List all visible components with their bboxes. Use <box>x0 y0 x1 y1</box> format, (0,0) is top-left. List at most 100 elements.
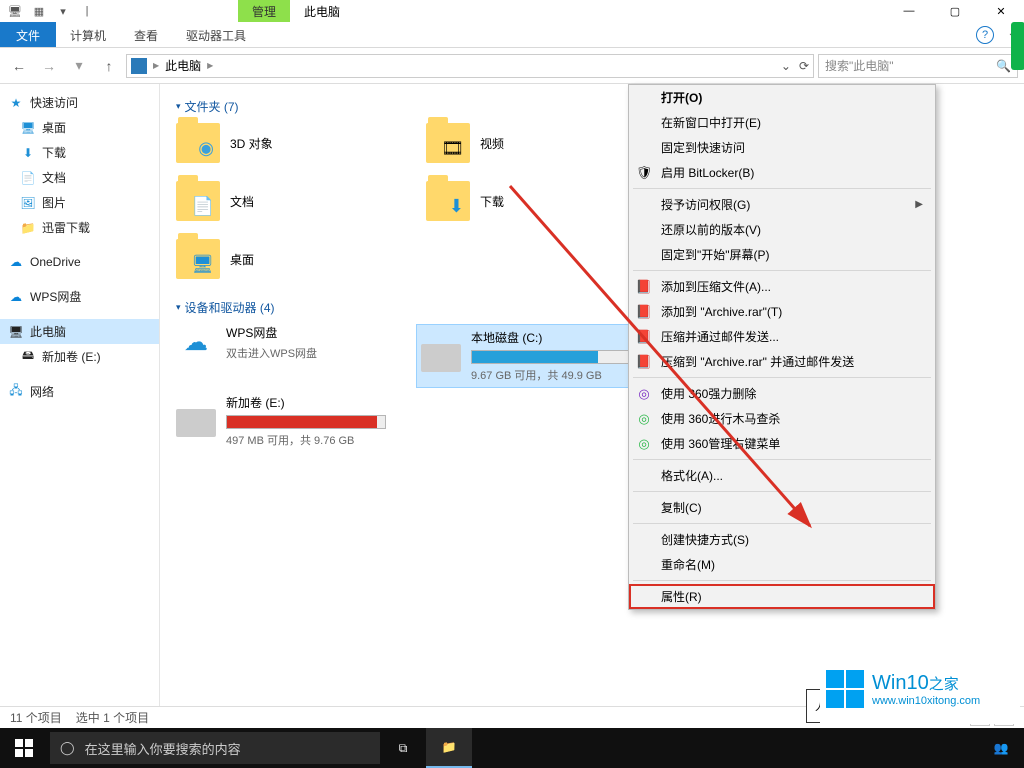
navigation-row: ← → ▾ ↑ ▶ 此电脑 ▶ ⌄ ⟳ 搜索"此电脑" 🔍 <box>0 48 1024 84</box>
window-controls: — ▢ ✕ <box>886 0 1024 22</box>
cortana-icon: ◯ <box>60 740 75 756</box>
sidebar-wps[interactable]: ☁WPS网盘 <box>0 284 159 309</box>
breadcrumb-sep[interactable]: ▶ <box>153 61 159 70</box>
navigation-pane: ★ 快速访问 🖥桌面 ⬇ 下载 📄 文档 🖼图片 📁迅雷下载 ☁OneDrive ☁… <box>0 84 160 706</box>
drive-c-selected[interactable]: 本地磁盘 (C:) 9.67 GB 可用，共 49.9 GB <box>416 324 638 388</box>
desktop-icon: 🖥 <box>20 120 36 136</box>
ctx-format[interactable]: 格式化(A)... <box>629 463 935 488</box>
maximize-button[interactable]: ▢ <box>932 0 978 22</box>
ctx-360-menu[interactable]: ◎使用 360管理右键菜单 <box>629 431 935 456</box>
ctx-label: 添加到 "Archive.rar"(T) <box>661 303 782 320</box>
ctx-properties[interactable]: 属性(R) <box>629 584 935 609</box>
downloads-icon: ⬇ <box>20 145 36 161</box>
minimize-button[interactable]: — <box>886 0 932 22</box>
context-menu: 打开(O) 在新窗口中打开(E) 固定到快速访问 🛡 启用 BitLocker(B… <box>628 84 936 610</box>
folder-desktop[interactable]: 🖥桌面 <box>176 239 416 279</box>
folder-3dobjects[interactable]: ◉3D 对象 <box>176 123 416 163</box>
sidebar-label: 下载 <box>42 144 66 161</box>
drive-icon <box>421 344 461 372</box>
taskbar-explorer[interactable]: 📁 <box>426 728 472 768</box>
search-placeholder: 在这里输入你要搜索的内容 <box>85 739 241 758</box>
ctx-label: 使用 360进行木马查杀 <box>661 410 780 427</box>
ctx-add-archive-rar[interactable]: 📕 添加到 "Archive.rar"(T) <box>629 299 935 324</box>
ctx-compress-rar-email[interactable]: 📕压缩到 "Archive.rar" 并通过邮件发送 <box>629 349 935 374</box>
drive-icon <box>176 409 216 437</box>
ribbon-tab-computer[interactable]: 计算机 <box>56 22 120 47</box>
cloud-icon: ☁ <box>8 254 24 270</box>
search-icon[interactable]: 🔍 <box>996 59 1011 73</box>
sidebar-thispc[interactable]: 🖥此电脑 <box>0 319 159 344</box>
address-bar[interactable]: ▶ 此电脑 ▶ ⌄ ⟳ <box>126 54 814 78</box>
titlebar: 🖥 ▦ ▾ | 管理 此电脑 — ▢ ✕ <box>0 0 1024 22</box>
ribbon-tab-drivetools[interactable]: 驱动器工具 <box>172 22 260 47</box>
drive-e[interactable]: 新加卷 (E:) 497 MB 可用，共 9.76 GB <box>176 394 396 448</box>
start-button[interactable] <box>0 728 48 768</box>
sidebar-label: 文档 <box>42 169 66 186</box>
task-view-button[interactable]: ⧉ <box>380 728 426 768</box>
qat-sep: | <box>76 0 98 22</box>
window-title: 此电脑 <box>290 0 354 23</box>
documents-icon: 📄 <box>20 170 36 186</box>
sidebar-label: 新加卷 (E:) <box>42 348 101 365</box>
search-box[interactable]: 搜索"此电脑" 🔍 <box>818 54 1018 78</box>
sidebar-item-downloads[interactable]: ⬇ 下载 <box>0 140 159 165</box>
sidebar-quick-access[interactable]: ★ 快速访问 <box>0 90 159 115</box>
sidebar-item-pictures[interactable]: 🖼图片 <box>0 190 159 215</box>
contextual-tab-manage[interactable]: 管理 <box>238 0 290 23</box>
ctx-open-new[interactable]: 在新窗口中打开(E) <box>629 110 935 135</box>
search-placeholder: 搜索"此电脑" <box>825 57 894 74</box>
breadcrumb-thispc[interactable]: 此电脑 <box>165 57 201 74</box>
forward-button[interactable]: → <box>36 53 62 79</box>
ctx-rename[interactable]: 重命名(M) <box>629 552 935 577</box>
taskbar: ◯ 在这里输入你要搜索的内容 ⧉ 📁 👥 <box>0 728 1024 768</box>
ctx-label: 启用 BitLocker(B) <box>661 164 754 181</box>
qat-dropdown-icon[interactable]: ▾ <box>52 0 74 22</box>
help-icon[interactable]: ? <box>976 26 994 44</box>
ctx-bitlocker[interactable]: 🛡 启用 BitLocker(B) <box>629 160 935 185</box>
folder-documents[interactable]: 📄文档 <box>176 181 416 221</box>
sidebar-network[interactable]: 🖧网络 <box>0 379 159 404</box>
back-button[interactable]: ← <box>6 53 32 79</box>
recent-dropdown[interactable]: ▾ <box>66 53 92 79</box>
taskbar-search[interactable]: ◯ 在这里输入你要搜索的内容 <box>50 732 380 764</box>
ribbon-tab-view[interactable]: 查看 <box>120 22 172 47</box>
ctx-copy[interactable]: 复制(C) <box>629 495 935 520</box>
ctx-restore-prev[interactable]: 还原以前的版本(V) <box>629 217 935 242</box>
taskbar-people[interactable]: 👥 <box>978 728 1024 768</box>
sidebar-item-thunder[interactable]: 📁迅雷下载 <box>0 215 159 240</box>
ctx-360-delete[interactable]: ◎使用 360强力删除 <box>629 381 935 406</box>
drive-name: WPS网盘 <box>226 324 396 341</box>
pc-icon: 🖥 <box>8 324 24 340</box>
ctx-separator <box>633 491 931 492</box>
breadcrumb-sep2[interactable]: ▶ <box>207 61 213 70</box>
ctx-shortcut[interactable]: 创建快捷方式(S) <box>629 527 935 552</box>
ctx-360-scan[interactable]: ◎使用 360进行木马查杀 <box>629 406 935 431</box>
ctx-pin-quick[interactable]: 固定到快速访问 <box>629 135 935 160</box>
ctx-add-archive[interactable]: 📕添加到压缩文件(A)... <box>629 274 935 299</box>
ctx-pin-start[interactable]: 固定到"开始"屏幕(P) <box>629 242 935 267</box>
qat-properties-icon[interactable]: ▦ <box>28 0 50 22</box>
refresh-icon[interactable]: ⟳ <box>799 59 809 73</box>
address-dropdown-icon[interactable]: ⌄ <box>781 59 791 73</box>
sidebar-item-desktop[interactable]: 🖥桌面 <box>0 115 159 140</box>
close-button[interactable]: ✕ <box>978 0 1024 22</box>
ctx-open[interactable]: 打开(O) <box>629 85 935 110</box>
up-button[interactable]: ↑ <box>96 53 122 79</box>
submenu-arrow-icon: ▶ <box>915 199 923 210</box>
ctx-label: 固定到"开始"屏幕(P) <box>661 246 770 263</box>
file-tab[interactable]: 文件 <box>0 22 56 47</box>
sidebar-item-newvol[interactable]: 🖴新加卷 (E:) <box>0 344 159 369</box>
drive-wps[interactable]: ☁ WPS网盘 双击进入WPS网盘 <box>176 324 396 388</box>
shield-icon: 🛡 <box>635 164 653 182</box>
drive-sub: 497 MB 可用，共 9.76 GB <box>226 432 396 448</box>
content-area: ▾ 文件夹 (7) ◉3D 对象 🎞视频 🖼图片 📄文档 ⬇下载 ♪音乐 🖥桌面… <box>160 84 1024 706</box>
ctx-compress-email[interactable]: 📕压缩并通过邮件发送... <box>629 324 935 349</box>
rar-icon: 📕 <box>635 303 653 321</box>
ctx-label: 还原以前的版本(V) <box>661 221 761 238</box>
sidebar-item-documents[interactable]: 📄 文档 <box>0 165 159 190</box>
ctx-grant-access[interactable]: 授予访问权限(G)▶ <box>629 192 935 217</box>
group-label: 文件夹 (7) <box>185 98 239 115</box>
ctx-label: 固定到快速访问 <box>661 139 745 156</box>
sidebar-onedrive[interactable]: ☁OneDrive <box>0 250 159 274</box>
pc-icon <box>131 58 147 74</box>
